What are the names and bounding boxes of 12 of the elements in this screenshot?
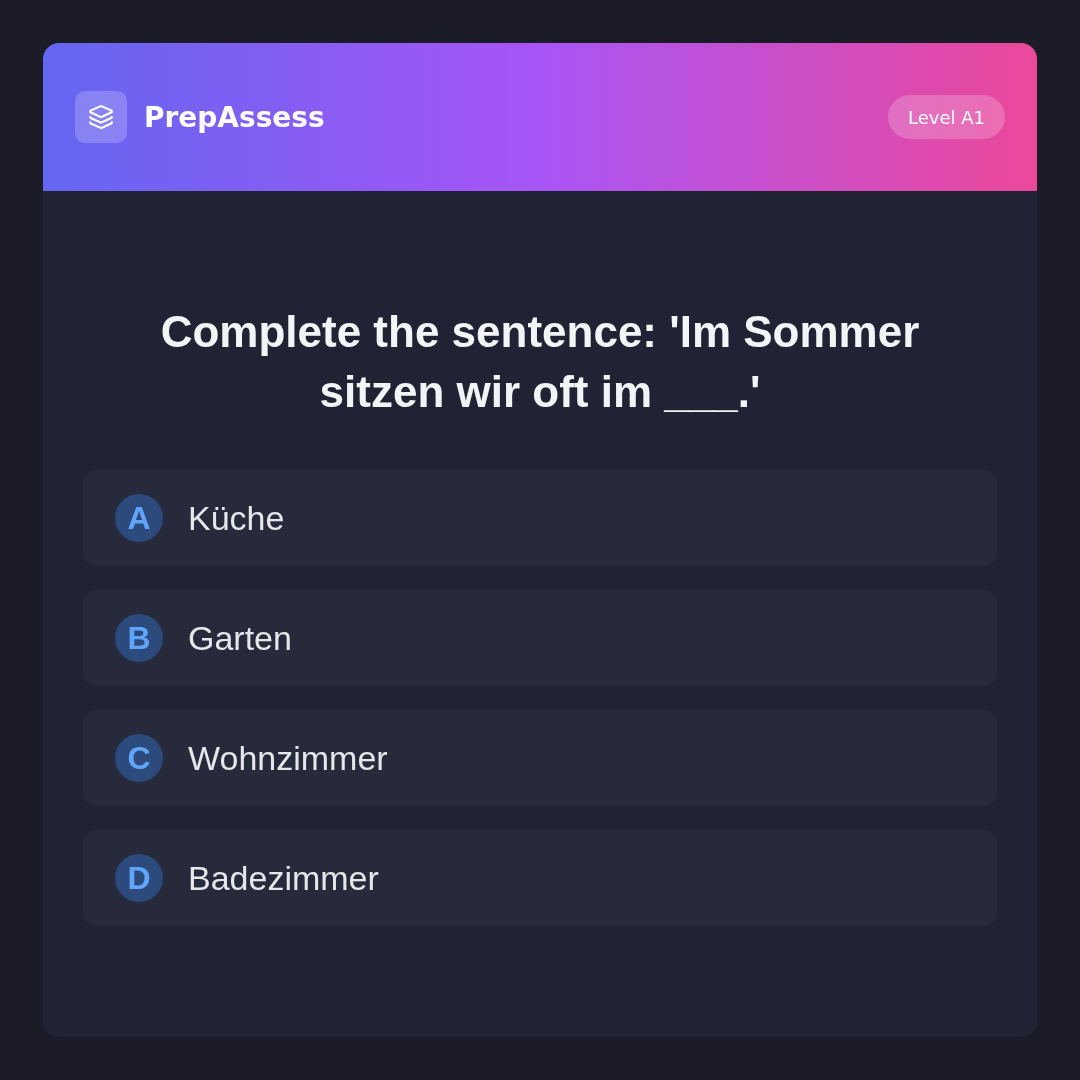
level-badge: Level A1 (888, 95, 1005, 139)
brand-name: PrepAssess (144, 100, 325, 134)
answer-option[interactable]: A Küche (83, 470, 997, 566)
answer-option[interactable]: B Garten (83, 590, 997, 686)
option-letter: D (115, 854, 163, 902)
option-letter: B (115, 614, 163, 662)
answer-option[interactable]: C Wohnzimmer (83, 710, 997, 806)
answer-option[interactable]: D Badezimmer (83, 830, 997, 926)
question-text: Complete the sentence: 'Im Sommer sitzen wir oft im ___.' (159, 306, 921, 418)
option-letter: A (115, 494, 163, 542)
option-letter: C (115, 734, 163, 782)
layers-icon (75, 91, 127, 143)
